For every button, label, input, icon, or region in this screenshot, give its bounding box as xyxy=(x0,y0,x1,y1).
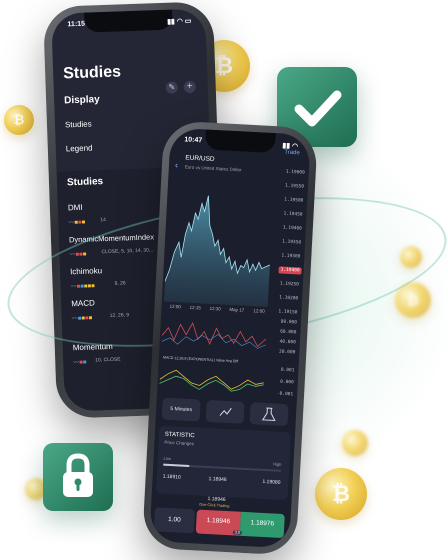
timeframe-label: 5 Minutes xyxy=(170,405,193,414)
macd-tick: 0.000 xyxy=(280,379,294,386)
study-colors: 〰■■■ xyxy=(68,219,86,227)
price-tick: 1.19500 xyxy=(284,197,304,204)
display-item-studies[interactable]: Studies xyxy=(65,119,92,129)
chart-screen: 10:47 ▮▮ ◠ ‹ EUR/USD Euro vs United Stat… xyxy=(149,127,311,549)
price-tick: 1.19300 xyxy=(281,253,301,260)
sell-price: 1.18946 xyxy=(206,517,231,526)
edit-icon[interactable]: ✎ xyxy=(165,81,178,94)
coin-bottom-right: ₿ xyxy=(315,468,367,520)
coin-bottom-right-small xyxy=(342,430,368,456)
one-click-label: One Click Trading xyxy=(199,502,230,509)
high-label: High xyxy=(273,461,282,467)
trade-link[interactable]: Trade xyxy=(284,150,300,157)
study-params: 10, CLOSE xyxy=(95,356,121,364)
time-tick: 12:00 xyxy=(169,303,181,310)
price-chart[interactable] xyxy=(163,172,279,307)
flask-icon xyxy=(261,407,276,421)
timeframe-button[interactable]: 5 Minutes xyxy=(161,397,201,422)
price-tick: 1.19350 xyxy=(281,239,302,246)
range-fill xyxy=(163,463,190,468)
price-tick: 1.19600 xyxy=(285,169,305,176)
lot-size-field[interactable]: 1.00 xyxy=(153,507,195,534)
chart-line-icon xyxy=(219,407,232,416)
statistic-title: STATISTIC xyxy=(164,431,195,440)
studies-section-label: Studies xyxy=(66,176,104,189)
price-tick: 1.19250 xyxy=(279,281,299,288)
study-params: 14 xyxy=(100,217,106,224)
macd-chart[interactable] xyxy=(159,361,269,399)
time-tick: May 17 xyxy=(229,306,245,313)
osc-tick: 80.000 xyxy=(280,319,298,326)
status-icons: ▮▮ ◠ ▭ xyxy=(167,17,192,26)
oscillator-chart[interactable] xyxy=(161,313,271,359)
macd-line-yellow xyxy=(159,369,264,390)
study-name: DMI xyxy=(67,202,83,213)
status-time: 11:15 xyxy=(67,20,86,29)
low-value: 1.18910 xyxy=(162,473,181,481)
study-colors: 〰■■ xyxy=(73,359,87,367)
time-tick: 12:30 xyxy=(209,305,221,312)
price-tick: 1.19150 xyxy=(278,309,298,316)
lock-icon xyxy=(63,453,93,497)
coin-left: ₿ xyxy=(4,105,34,135)
price-tick: 1.19550 xyxy=(284,183,305,190)
range-bar xyxy=(163,463,282,472)
osc-tick: 20.000 xyxy=(278,349,296,356)
macd-tick: -0.001 xyxy=(276,391,294,398)
price-tick: 1.19450 xyxy=(283,211,303,218)
symbol-subtitle: Euro vs United States Dollar xyxy=(184,164,242,173)
osc-tick: 40.000 xyxy=(279,339,296,346)
lock-badge xyxy=(43,443,113,511)
high-value: 1.19080 xyxy=(262,478,281,486)
status-time: 10:47 xyxy=(184,136,203,145)
lot-size-value: 1.00 xyxy=(167,516,181,524)
display-item-legend[interactable]: Legend xyxy=(66,143,93,153)
macd-tick: 0.001 xyxy=(280,367,295,374)
price-tick: 1.19400 xyxy=(282,225,302,232)
back-icon[interactable]: ‹ xyxy=(175,160,179,170)
lab-button[interactable] xyxy=(249,402,289,427)
page-title: Studies xyxy=(62,63,122,83)
display-section-label: Display xyxy=(63,94,100,107)
low-label: Low xyxy=(163,455,172,462)
statistic-subtitle: Price Changes xyxy=(164,439,195,447)
add-icon[interactable]: + xyxy=(183,80,196,94)
notch xyxy=(84,9,173,33)
statistic-card: STATISTIC Price Changes Low High 1.18910… xyxy=(155,425,292,501)
osc-tick: 60.000 xyxy=(279,329,297,336)
current-value: 1.18946 xyxy=(208,476,227,484)
indicators-button[interactable] xyxy=(205,399,245,424)
current-price-tag: 1.19400 xyxy=(278,266,302,275)
notch xyxy=(204,129,276,154)
buy-price: 1.18976 xyxy=(250,519,275,528)
time-tick: 12:00 xyxy=(253,308,265,314)
time-tick: 12:15 xyxy=(189,304,201,311)
buy-button[interactable]: 1.18976 xyxy=(239,511,285,539)
center-price: 1.18946 xyxy=(207,496,226,503)
spread-badge: 3.0 xyxy=(232,530,243,535)
price-tick: 1.19200 xyxy=(279,295,299,302)
front-phone: 10:47 ▮▮ ◠ ‹ EUR/USD Euro vs United Stat… xyxy=(141,120,319,556)
symbol-title: EUR/USD xyxy=(185,154,215,163)
